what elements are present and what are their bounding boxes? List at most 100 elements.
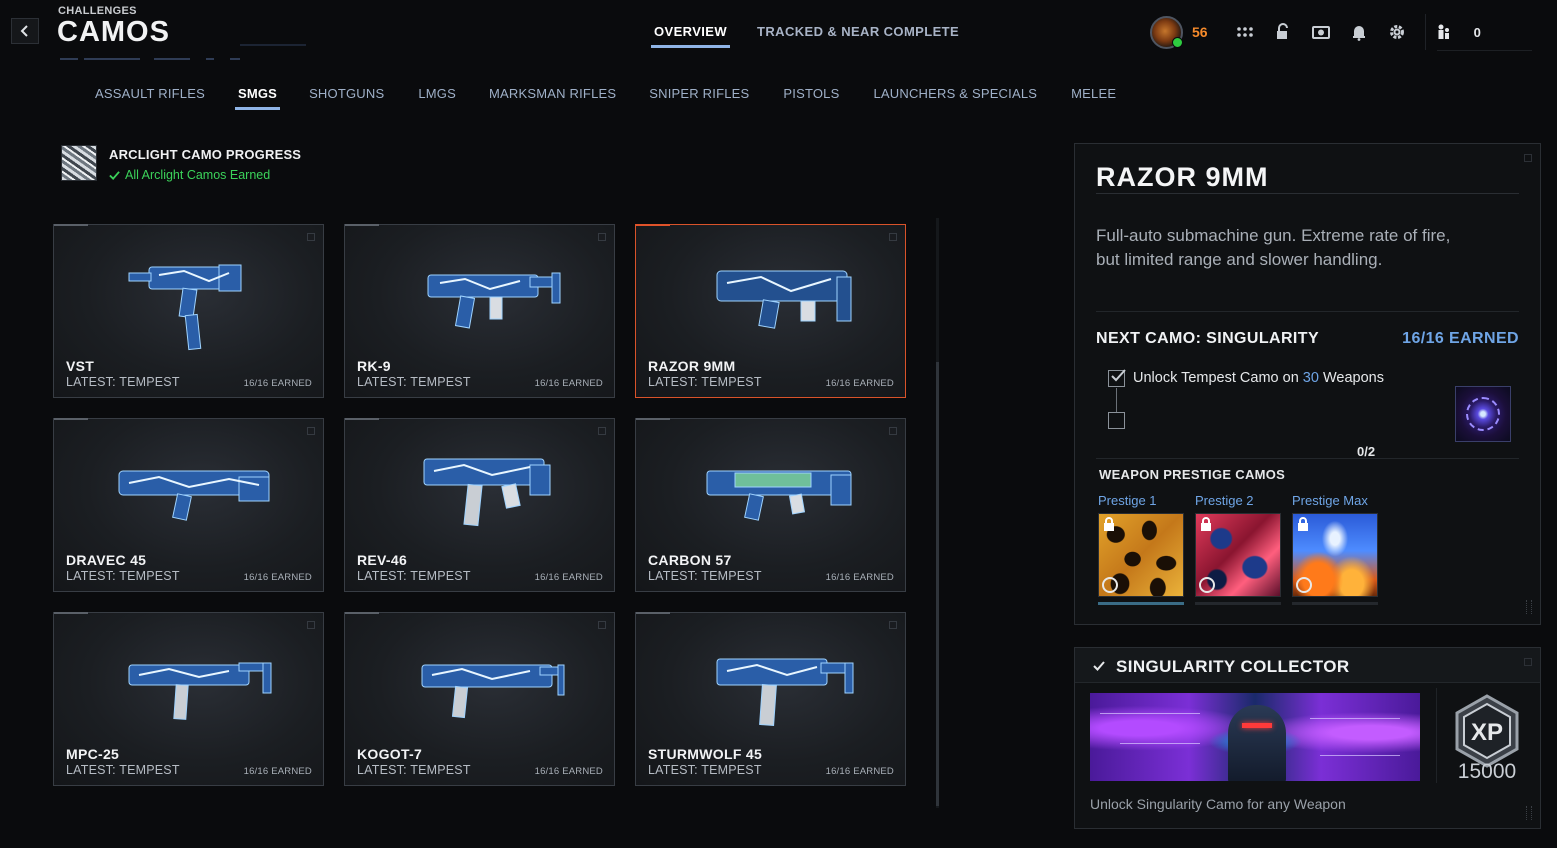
xp-badge-icon: XP (1455, 694, 1519, 768)
weapon-card-rk-9[interactable]: RK-9 LATEST: TEMPEST 16/16 EARNED (344, 224, 615, 398)
top-tabs: OVERVIEW TRACKED & NEAR COMPLETE (650, 24, 959, 48)
arclight-status: All Arclight Camos Earned (109, 168, 301, 182)
tab-marksman-rifles[interactable]: MARKSMAN RIFLES (489, 86, 616, 110)
requirement-text: Unlock Tempest Camo on 30 Weapons (1133, 370, 1384, 386)
prestige-badge-icon (1199, 577, 1215, 593)
prestige-badge-icon (1102, 577, 1118, 593)
bell-icon[interactable] (1349, 22, 1369, 42)
tab-shotguns[interactable]: SHOTGUNS (309, 86, 384, 110)
tab-launchers-specials[interactable]: LAUNCHERS & SPECIALS (873, 86, 1037, 110)
weapon-latest-camo: LATEST: TEMPEST (66, 569, 180, 583)
prestige-progress-bar (1098, 602, 1184, 605)
singularity-camo-thumbnail[interactable] (1455, 386, 1511, 442)
prestige-heading: WEAPON PRESTIGE CAMOS (1099, 467, 1286, 482)
singularity-collector-panel: SINGULARITY COLLECTOR XP 15000 Unlock Si… (1074, 647, 1541, 829)
prestige-camo-image (1292, 513, 1378, 597)
checkmark-icon (1111, 369, 1126, 382)
gear-icon[interactable] (1387, 22, 1407, 42)
weapon-name: MPC-25 (66, 746, 120, 762)
prestige-camo-image (1098, 513, 1184, 597)
weapon-name: VST (66, 358, 95, 374)
weapon-grid: VST LATEST: TEMPEST 16/16 EARNED RK-9 LA… (53, 224, 907, 787)
tab-assault-rifles[interactable]: ASSAULT RIFLES (95, 86, 205, 110)
lock-icon[interactable] (1273, 22, 1293, 42)
panel-grip-icon (1526, 806, 1532, 820)
weapon-card-dravec-45[interactable]: DRAVEC 45 LATEST: TEMPEST 16/16 EARNED (53, 418, 324, 592)
tab-smgs[interactable]: SMGS (234, 86, 281, 110)
weapon-card-kogot-7[interactable]: KOGOT-7 LATEST: TEMPEST 16/16 EARNED (344, 612, 615, 786)
weapon-latest-camo: LATEST: TEMPEST (357, 375, 471, 389)
weapon-card-carbon-57[interactable]: CARBON 57 LATEST: TEMPEST 16/16 EARNED (635, 418, 906, 592)
weapon-latest-camo: LATEST: TEMPEST (66, 375, 180, 389)
player-avatar[interactable] (1150, 15, 1183, 49)
weapon-image (118, 470, 269, 521)
chevron-left-icon (20, 25, 28, 37)
prestige-progress-bar (1292, 602, 1378, 605)
weapon-name: KOGOT-7 (357, 746, 423, 762)
tab-tracked-near-complete[interactable]: TRACKED & NEAR COMPLETE (757, 24, 959, 48)
party-count: 0 (1473, 24, 1481, 40)
weapon-earned-count: 16/16 EARNED (243, 766, 312, 777)
weapon-earned-count: 16/16 EARNED (534, 766, 603, 777)
weapon-latest-camo: LATEST: TEMPEST (357, 569, 471, 583)
divider (1096, 311, 1519, 312)
card-corner-marker (307, 427, 315, 435)
detail-weapon-name: RAZOR 9MM (1096, 162, 1269, 192)
card-corner-marker (889, 427, 897, 435)
card-corner-marker (889, 233, 897, 241)
party-icon[interactable] (1434, 22, 1454, 42)
collector-title: SINGULARITY COLLECTOR (1116, 657, 1350, 676)
tab-lmgs[interactable]: LMGS (418, 86, 456, 110)
requirement-checkbox (1108, 369, 1126, 387)
weapon-name: STURMWOLF 45 (648, 746, 763, 762)
weapon-card-rev-46[interactable]: REV-46 LATEST: TEMPEST 16/16 EARNED (344, 418, 615, 592)
weapon-card-vst[interactable]: VST LATEST: TEMPEST 16/16 EARNED (53, 224, 324, 398)
weapon-earned-count: 16/16 EARNED (534, 572, 603, 583)
prestige-camo-max[interactable]: Prestige Max (1292, 493, 1378, 605)
back-button[interactable] (11, 18, 39, 44)
weapon-card-mpc-25[interactable]: MPC-25 LATEST: TEMPEST 16/16 EARNED (53, 612, 324, 786)
prestige-camo-2[interactable]: Prestige 2 (1195, 493, 1281, 605)
weapon-earned-count: 16/16 EARNED (243, 572, 312, 583)
camera-icon[interactable] (1311, 22, 1331, 42)
weapon-image (423, 458, 550, 527)
prestige-camo-1[interactable]: Prestige 1 (1098, 493, 1184, 605)
grid-scrollbar-thumb[interactable] (936, 362, 939, 806)
lock-icon (1298, 517, 1308, 531)
player-level: 56 (1192, 24, 1208, 40)
collector-header: SINGULARITY COLLECTOR (1075, 648, 1540, 683)
prestige-label: Prestige 2 (1195, 493, 1254, 508)
svg-text:XP: XP (1471, 719, 1503, 746)
arclight-title: ARCLIGHT CAMO PROGRESS (109, 147, 302, 162)
weapon-earned-count: 16/16 EARNED (825, 378, 894, 389)
hud-divider (1437, 50, 1532, 51)
grid-icon[interactable] (1235, 22, 1255, 42)
weapon-image (421, 664, 564, 719)
next-camo-label: NEXT CAMO: SINGULARITY (1096, 330, 1320, 347)
card-corner-marker (307, 233, 315, 241)
prestige-camo-image (1195, 513, 1281, 597)
arclight-camo-thumbnail (61, 145, 97, 181)
requirement-progress: 0/2 (1357, 444, 1376, 459)
weapon-image (128, 662, 271, 720)
weapon-image (716, 658, 853, 726)
weapon-name: REV-46 (357, 552, 408, 568)
weapon-earned-count: 16/16 EARNED (243, 378, 312, 389)
prestige-label: Prestige 1 (1098, 493, 1157, 508)
detail-description: Full-auto submachine gun. Extreme rate o… (1096, 224, 1496, 272)
weapon-earned-count: 16/16 EARNED (825, 572, 894, 583)
detail-description-line-1: Full-auto submachine gun. Extreme rate o… (1096, 226, 1451, 245)
weapon-card-razor-9mm[interactable]: RAZOR 9MM LATEST: TEMPEST 16/16 EARNED (635, 224, 906, 398)
arclight-progress[interactable]: ARCLIGHT CAMO PROGRESS All Arclight Camo… (61, 145, 301, 182)
card-corner-marker (598, 233, 606, 241)
tab-sniper-rifles[interactable]: SNIPER RIFLES (649, 86, 749, 110)
tab-melee[interactable]: MELEE (1071, 86, 1116, 110)
collector-reward-banner[interactable] (1090, 693, 1420, 781)
tab-overview[interactable]: OVERVIEW (650, 24, 731, 48)
prestige-progress-bar (1195, 602, 1281, 605)
card-corner-marker (307, 621, 315, 629)
weapon-card-sturmwolf-45[interactable]: STURMWOLF 45 LATEST: TEMPEST 16/16 EARNE… (635, 612, 906, 786)
tab-pistols[interactable]: PISTOLS (783, 86, 839, 110)
weapon-image (427, 272, 560, 329)
hud-separator (1424, 14, 1426, 50)
